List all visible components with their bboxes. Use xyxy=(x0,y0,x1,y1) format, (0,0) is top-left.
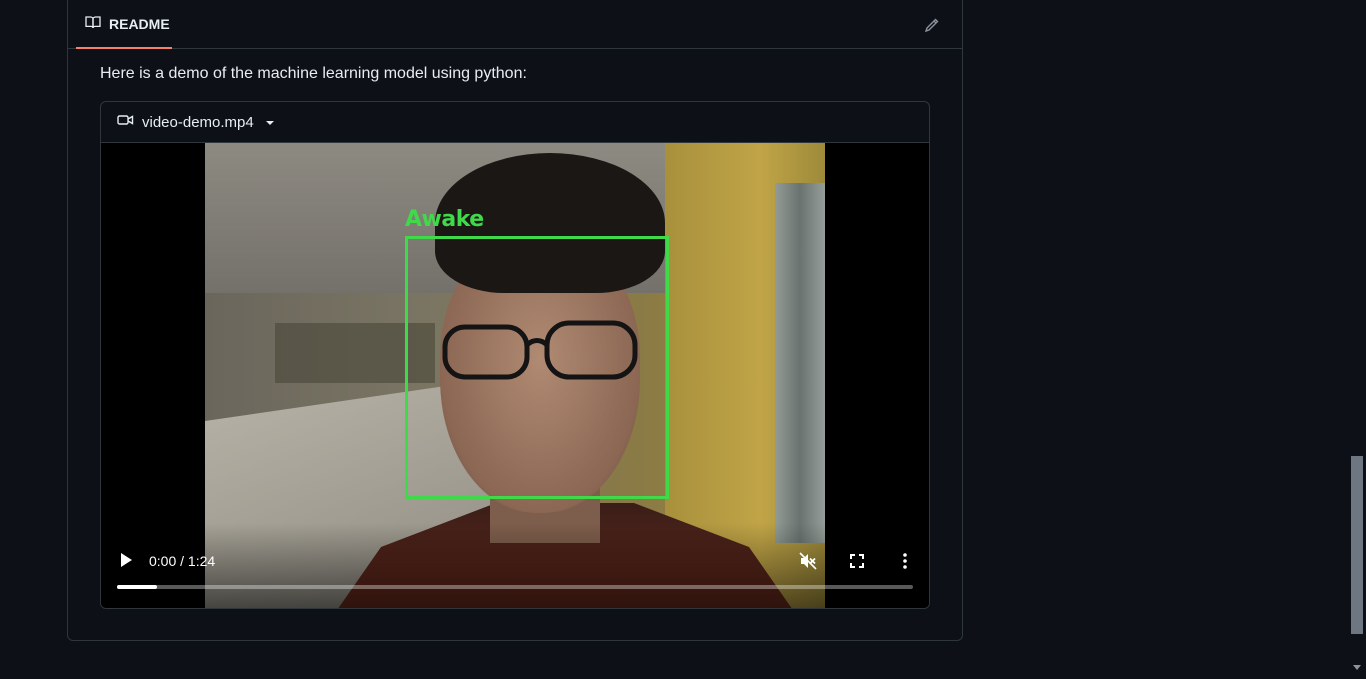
play-icon xyxy=(117,553,135,573)
video-icon xyxy=(117,113,134,132)
tab-readme[interactable]: README xyxy=(76,1,172,49)
fullscreen-icon xyxy=(847,554,867,575)
scroll-down-arrow-icon[interactable] xyxy=(1353,665,1361,670)
muted-volume-icon xyxy=(798,552,818,575)
video-header: video-demo.mp4 xyxy=(101,102,929,143)
fullscreen-button[interactable] xyxy=(847,551,867,571)
scrollbar-thumb[interactable] xyxy=(1351,456,1363,634)
readme-intro-text: Here is a demo of the machine learning m… xyxy=(100,65,527,82)
face-detection-box xyxy=(405,236,669,499)
readme-header: README xyxy=(68,0,962,49)
video-filename[interactable]: video-demo.mp4 xyxy=(142,114,254,131)
video-player[interactable]: Awake 0:00 / 1:24 xyxy=(101,143,929,608)
video-time: 0:00 / 1:24 xyxy=(149,553,216,569)
video-progress-fill xyxy=(117,585,157,589)
chevron-down-icon[interactable] xyxy=(265,121,274,125)
mute-button[interactable] xyxy=(798,551,818,571)
play-button[interactable] xyxy=(117,551,135,569)
readme-tab-label: README xyxy=(109,16,170,32)
more-options-button[interactable] xyxy=(895,551,915,571)
video-progress-bar[interactable] xyxy=(117,585,913,589)
pencil-icon xyxy=(924,17,940,38)
detection-label: Awake xyxy=(405,207,484,232)
book-icon xyxy=(85,14,101,35)
video-embed: video-demo.mp4 Awake 0:00 / 1:24 xyxy=(100,101,930,609)
edit-readme-button[interactable] xyxy=(920,15,944,39)
more-vertical-icon xyxy=(895,553,915,575)
